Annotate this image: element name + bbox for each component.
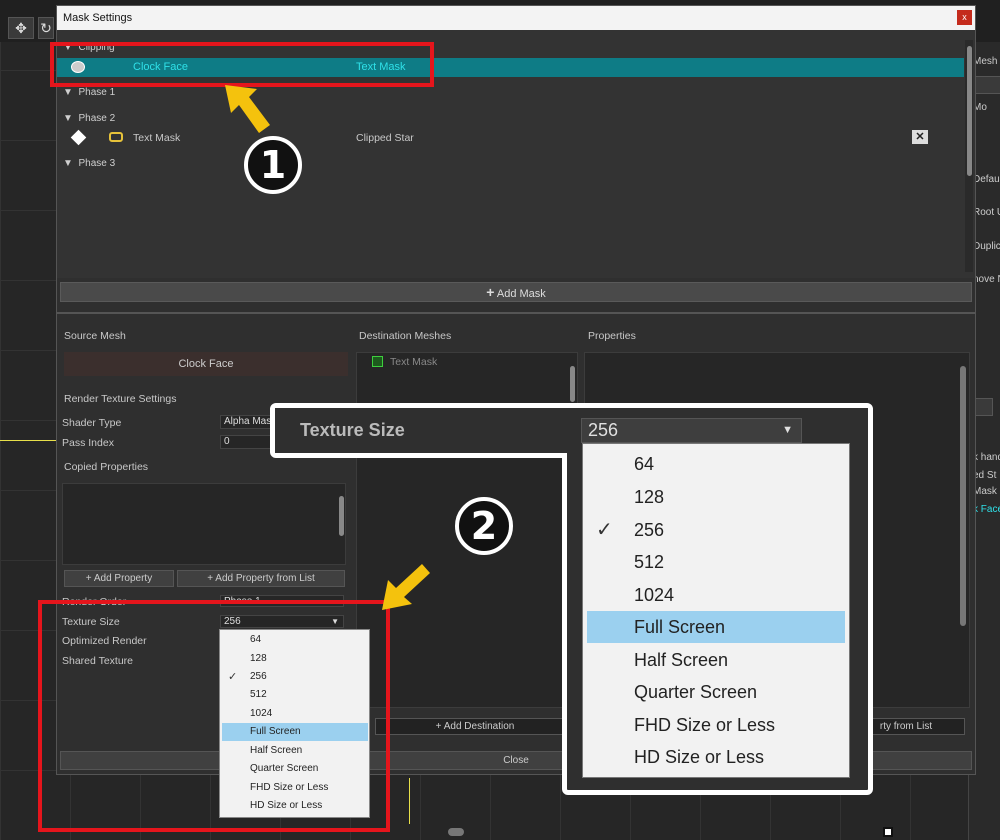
zoom-option[interactable]: Half Screen: [583, 644, 849, 676]
zoom-option[interactable]: ✓ 256: [583, 514, 849, 546]
step-badge-2: 2: [455, 497, 513, 555]
add-property-from-list-button[interactable]: + Add Property from List: [177, 570, 345, 587]
plus-icon: +: [435, 721, 442, 732]
plus-icon: +: [486, 284, 495, 300]
add-mask-button[interactable]: + Add Mask: [60, 282, 972, 302]
horizontal-scroll-thumb[interactable]: [448, 828, 464, 836]
triangle-down-icon: ▼: [63, 113, 73, 124]
rp-button[interactable]: nove N: [973, 274, 1000, 285]
rp-label: k hand: [973, 452, 1000, 463]
add-destination-button[interactable]: + Add Destination: [375, 718, 575, 735]
mask-list-scroll-thumb[interactable]: [967, 46, 972, 176]
zoom-option[interactable]: 512: [583, 546, 849, 578]
source-mesh-header: Source Mesh: [64, 330, 126, 342]
dialog-title: Mask Settings: [57, 6, 975, 30]
arrow-icon-2: [382, 564, 430, 610]
properties-scroll-thumb[interactable]: [960, 366, 966, 626]
move-tool-icon[interactable]: ✥: [8, 17, 34, 39]
add-mask-label: Add Mask: [496, 288, 546, 300]
mesh-icon: [372, 356, 383, 367]
rotate-tool-icon[interactable]: ↻: [38, 17, 54, 39]
plus-icon: +: [85, 573, 92, 584]
render-texture-header: Render Texture Settings: [64, 393, 177, 405]
copied-properties-scroll-thumb[interactable]: [339, 496, 344, 536]
source-mesh-name: Text Mask: [133, 132, 181, 144]
rp-label[interactable]: Defau: [973, 174, 1000, 185]
zoom-texture-size-select[interactable]: 256 ▼: [581, 418, 802, 443]
option-label: 256: [634, 520, 665, 540]
add-property-label: Add Property: [93, 573, 153, 584]
zoom-texture-size-dropdown: 64 128 ✓ 256 512 1024 Full Screen Half Sc…: [582, 443, 850, 778]
add-property-from-list-label: Add Property from List: [215, 573, 315, 584]
rp-arrow-button[interactable]: [973, 398, 993, 416]
rp-label: Mesh: [973, 56, 998, 67]
diamond-icon: [70, 129, 87, 146]
zoom-texture-size-value: 256: [588, 420, 619, 440]
close-icon[interactable]: x: [957, 10, 972, 25]
destination-scroll-thumb[interactable]: [570, 366, 575, 402]
zoom-option-highlighted[interactable]: Full Screen: [587, 611, 845, 643]
group-phase-2[interactable]: ▼ Phase 2: [63, 113, 115, 124]
group-label: Phase 1: [78, 87, 116, 98]
add-property-button[interactable]: + Add Property: [64, 570, 174, 587]
properties-header: Properties: [588, 330, 636, 342]
destination-mesh-name: Clipped Star: [356, 132, 414, 144]
zoom-option[interactable]: HD Size or Less: [583, 741, 849, 773]
zoom-option[interactable]: 64: [583, 448, 849, 480]
step-badge-1: 1: [244, 136, 302, 194]
mask-row-phase2[interactable]: Text Mask Clipped Star ✕: [57, 129, 964, 147]
copied-properties-header: Copied Properties: [64, 461, 149, 473]
annotation-highlight-box-2: [38, 600, 390, 832]
checkmark-icon: ✓: [596, 519, 613, 541]
group-label: Phase 2: [78, 113, 116, 124]
rp-label: Root U: [973, 207, 1000, 218]
destination-meshes-header: Destination Meshes: [359, 330, 452, 342]
zoom-option[interactable]: 128: [583, 481, 849, 513]
zoom-option[interactable]: Quarter Screen: [583, 676, 849, 708]
source-mesh-field[interactable]: Clock Face: [64, 352, 348, 376]
chevron-down-icon: ▼: [782, 424, 793, 436]
corner-handle[interactable]: [883, 827, 893, 837]
pass-index-label: Pass Index: [62, 437, 114, 449]
triangle-down-icon: ▼: [63, 87, 73, 98]
arrow-icon-1: [225, 85, 270, 133]
link-icon: [109, 132, 123, 142]
rp-button[interactable]: Duplic: [973, 241, 1000, 252]
zoom-texture-size-label: Texture Size: [300, 420, 405, 440]
zoom-option[interactable]: 1024: [583, 579, 849, 611]
group-phase-3[interactable]: ▼ Phase 3: [63, 158, 115, 169]
rp-label: Mask: [973, 486, 997, 497]
divider: [57, 312, 975, 314]
destination-mesh-item[interactable]: Text Mask: [390, 356, 437, 368]
rp-field[interactable]: [973, 76, 1000, 94]
guide-line-vertical: [409, 778, 410, 824]
group-phase-1[interactable]: ▼ Phase 1: [63, 87, 115, 98]
copied-properties-list: [62, 483, 346, 565]
shader-type-label: Shader Type: [62, 417, 122, 429]
group-label: Phase 3: [78, 158, 116, 169]
rp-label: ed St: [973, 470, 997, 481]
zoom-option[interactable]: FHD Size or Less: [583, 709, 849, 741]
guide-line: [0, 440, 56, 441]
add-destination-label: Add Destination: [443, 721, 515, 732]
delete-icon[interactable]: ✕: [912, 130, 928, 144]
rp-label[interactable]: k Face: [973, 504, 1000, 515]
triangle-down-icon: ▼: [63, 158, 73, 169]
plus-icon: +: [207, 573, 214, 584]
